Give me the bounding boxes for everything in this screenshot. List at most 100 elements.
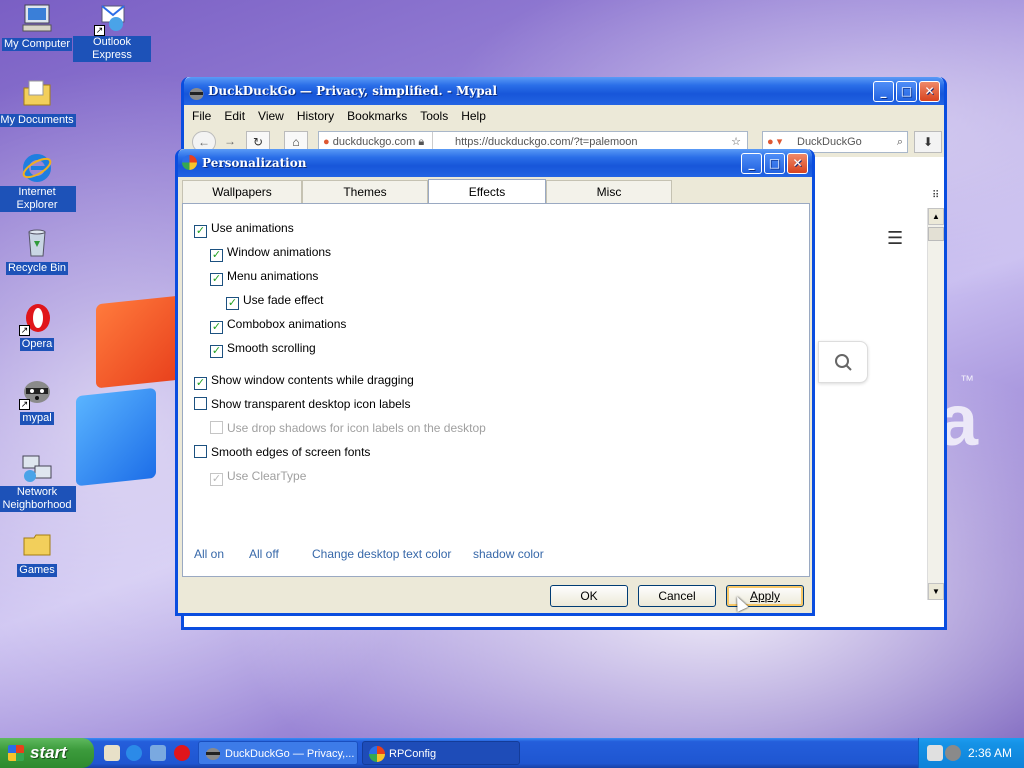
quicklaunch-desktop-icon[interactable]: [150, 745, 166, 761]
computer-icon: [21, 2, 53, 34]
rpconfig-icon: [369, 746, 385, 762]
desktop-icon-network-neighborhood[interactable]: Network Neighborhood: [0, 452, 76, 512]
tab-wallpapers[interactable]: Wallpapers: [182, 180, 302, 203]
taskbar: start DuckDuckGo — Privacy,... RPConfig …: [0, 738, 1024, 768]
shadow-color-link[interactable]: shadow color: [473, 547, 544, 561]
start-button[interactable]: start: [0, 738, 94, 768]
task-button-rpconfig[interactable]: RPConfig: [362, 741, 520, 765]
network-icon: [21, 452, 53, 484]
duckduckgo-icon: ●: [323, 136, 330, 148]
download-arrow-icon: ⬇: [922, 135, 934, 149]
option-smooth-scrolling[interactable]: ✓ Smooth scrolling: [210, 340, 316, 358]
dialog-titlebar[interactable]: Personalization _ □ ✕: [178, 149, 812, 177]
internet-explorer-icon: [21, 152, 53, 184]
option-show-window-contents[interactable]: ✓ Show window contents while dragging: [194, 372, 414, 390]
option-smooth-font-edges[interactable]: Smooth edges of screen fonts: [194, 444, 370, 460]
page-search-button[interactable]: [818, 341, 868, 383]
browser-titlebar[interactable]: DuckDuckGo — Privacy, simplified. - Mypa…: [184, 77, 944, 105]
quicklaunch-ie-icon[interactable]: [126, 745, 142, 761]
option-use-animations[interactable]: ✓ Use animations: [194, 220, 294, 238]
desktop-icon-my-documents[interactable]: My Documents: [0, 78, 76, 127]
checkbox: [210, 421, 223, 434]
option-menu-animations[interactable]: ✓ Menu animations: [210, 268, 318, 286]
checkbox[interactable]: ✓: [194, 225, 207, 238]
tray-network-icon[interactable]: [927, 745, 943, 761]
option-drop-shadows: Use drop shadows for icon labels on the …: [210, 420, 486, 436]
menu-edit[interactable]: Edit: [224, 109, 245, 123]
scroll-thumb[interactable]: [928, 227, 944, 241]
desktop-icon-recycle-bin[interactable]: Recycle Bin: [0, 226, 76, 275]
desktop-icon-label: Recycle Bin: [5, 262, 69, 275]
minimize-button[interactable]: _: [873, 81, 894, 102]
tab-themes[interactable]: Themes: [302, 180, 428, 203]
option-label: Show window contents while dragging: [211, 373, 414, 387]
vertical-scrollbar[interactable]: ▲ ▼: [927, 208, 944, 600]
option-combobox-animations[interactable]: ✓ Combobox animations: [210, 316, 346, 334]
opera-icon: ↗: [19, 302, 53, 336]
effects-panel: ✓ Use animations ✓ Window animations ✓ Menu…: [182, 203, 810, 577]
all-off-link[interactable]: All off: [249, 547, 279, 561]
menu-history[interactable]: History: [297, 109, 334, 123]
task-button-mypal[interactable]: DuckDuckGo — Privacy,...: [198, 741, 358, 765]
windows-logo-wallpaper: [68, 295, 188, 490]
desktop-icon-my-computer[interactable]: My Computer: [0, 2, 76, 51]
ok-button[interactable]: OK: [550, 585, 628, 607]
desktop-icon-label: mypal: [20, 412, 54, 425]
option-window-animations[interactable]: ✓ Window animations: [210, 244, 332, 262]
desktop-icon-opera[interactable]: ↗ Opera: [0, 302, 76, 351]
minimize-button[interactable]: _: [741, 153, 762, 174]
desktop-icon-internet-explorer[interactable]: Internet Explorer: [0, 152, 76, 212]
clock: 2:36 AM: [967, 746, 1012, 760]
quicklaunch-opera-icon[interactable]: [174, 745, 190, 761]
option-transparent-icon-labels[interactable]: Show transparent desktop icon labels: [194, 396, 410, 412]
menu-bookmarks[interactable]: Bookmarks: [347, 109, 407, 123]
personalization-dialog[interactable]: Personalization _ □ ✕ Wallpapers Themes …: [175, 149, 815, 616]
all-on-link[interactable]: All on: [194, 547, 224, 561]
menu-help[interactable]: Help: [461, 109, 486, 123]
checkbox[interactable]: ✓: [210, 345, 223, 358]
change-text-color-link[interactable]: Change desktop text color: [312, 547, 451, 561]
toolbar-grip-icon: ⠿: [932, 190, 940, 201]
checkbox[interactable]: ✓: [194, 377, 207, 390]
checkbox[interactable]: ✓: [210, 249, 223, 262]
checkbox: ✓: [210, 473, 223, 486]
cancel-button[interactable]: Cancel: [638, 585, 716, 607]
option-use-fade-effect[interactable]: ✓ Use fade effect: [226, 292, 324, 310]
menu-tools[interactable]: Tools: [420, 109, 448, 123]
desktop-icon-games[interactable]: Games: [0, 528, 76, 577]
option-label: Smooth edges of screen fonts: [211, 445, 371, 459]
desktop-icon-mypal[interactable]: ↗ mypal: [0, 376, 76, 425]
search-icon[interactable]: ⌕: [897, 132, 903, 152]
checkbox[interactable]: ✓: [210, 321, 223, 334]
scroll-up-arrow[interactable]: ▲: [928, 208, 944, 225]
tab-misc[interactable]: Misc: [546, 180, 672, 203]
scroll-down-arrow[interactable]: ▼: [928, 583, 944, 600]
checkbox[interactable]: ✓: [226, 297, 239, 310]
desktop-icon-label: Games: [17, 564, 57, 577]
downloads-button[interactable]: ⬇: [914, 131, 942, 153]
option-label: Use animations: [211, 221, 294, 235]
hamburger-menu-icon[interactable]: ☰: [887, 228, 903, 249]
lock-icon: 🔒︎: [418, 136, 425, 148]
menu-file[interactable]: File: [192, 109, 211, 123]
checkbox[interactable]: ✓: [210, 273, 223, 286]
checkbox[interactable]: [194, 445, 207, 458]
tab-effects[interactable]: Effects: [428, 179, 546, 203]
close-button[interactable]: ✕: [919, 81, 940, 102]
desktop-icon-outlook-express[interactable]: ↗ Outlook Express: [73, 2, 151, 62]
tray-mypal-icon[interactable]: [945, 745, 961, 761]
close-button[interactable]: ✕: [787, 153, 808, 174]
maximize-button[interactable]: □: [896, 81, 917, 102]
quicklaunch-editor-icon[interactable]: [104, 745, 120, 761]
tab-strip: Wallpapers Themes Effects Misc: [182, 179, 810, 204]
mypal-icon: [205, 746, 221, 762]
option-label: Use drop shadows for icon labels on the …: [227, 421, 486, 435]
maximize-button[interactable]: □: [764, 153, 785, 174]
windows-flag-icon: [8, 745, 24, 761]
recycle-bin-icon: [21, 226, 53, 258]
checkbox[interactable]: [194, 397, 207, 410]
desktop-icon-label: Internet Explorer: [0, 186, 76, 212]
outlook-express-icon: ↗: [94, 2, 128, 36]
option-label: Window animations: [227, 245, 332, 259]
menu-view[interactable]: View: [258, 109, 284, 123]
